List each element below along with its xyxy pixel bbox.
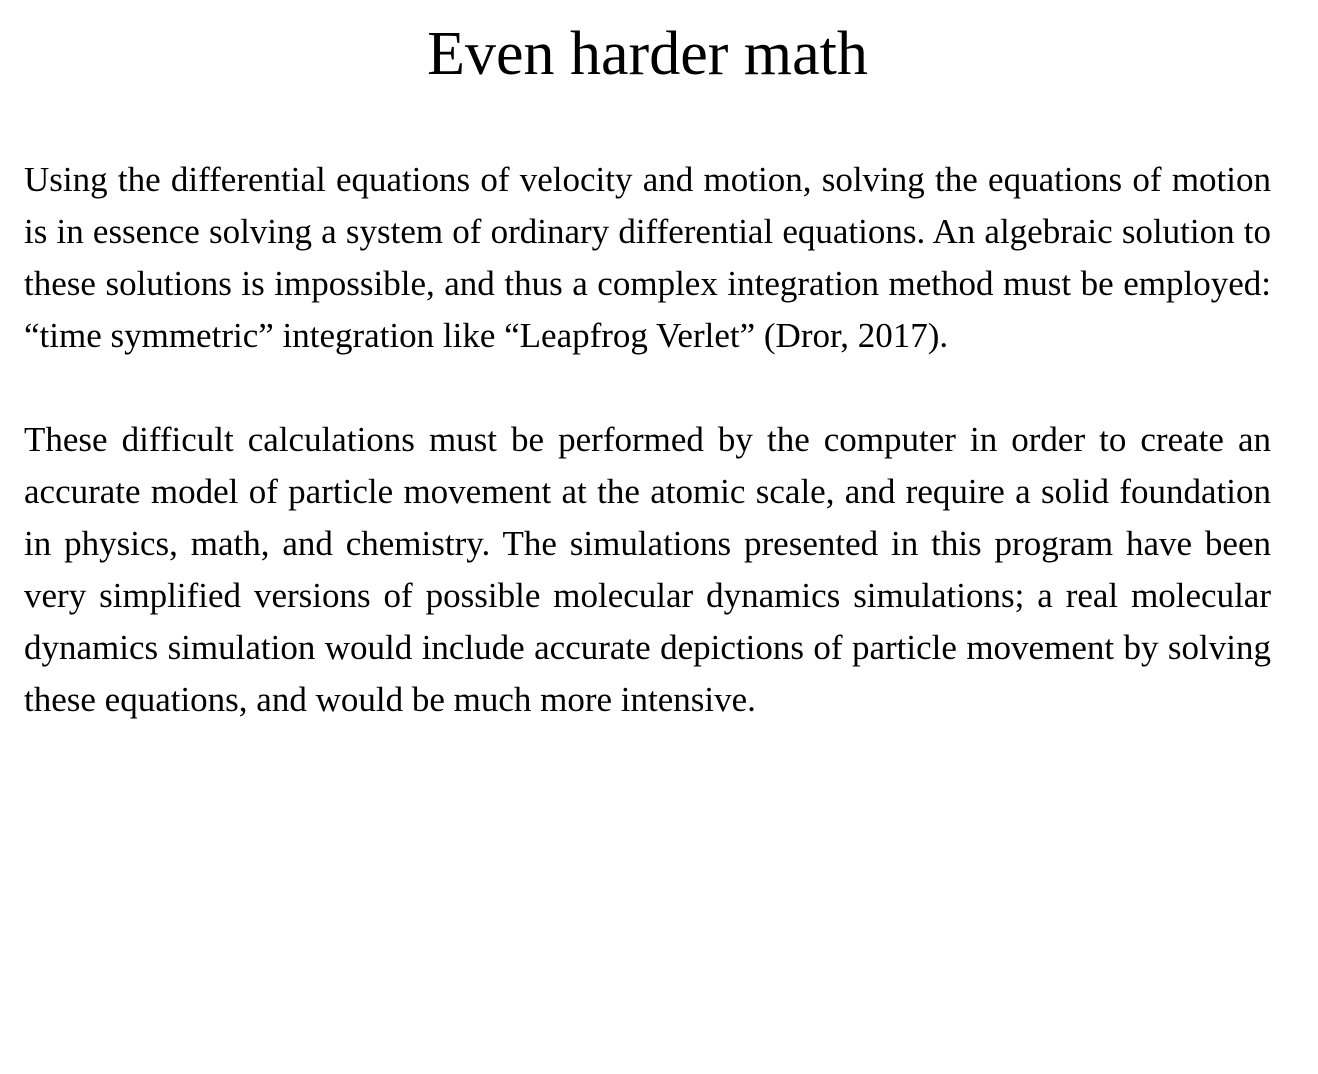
page-title: Even harder math [427,20,868,88]
paragraph-2: These difficult calculations must be per… [24,420,1271,719]
paragraph-1: Using the differential equations of velo… [24,160,1271,355]
document-page: Even harder math Using the differential … [0,0,1318,1074]
